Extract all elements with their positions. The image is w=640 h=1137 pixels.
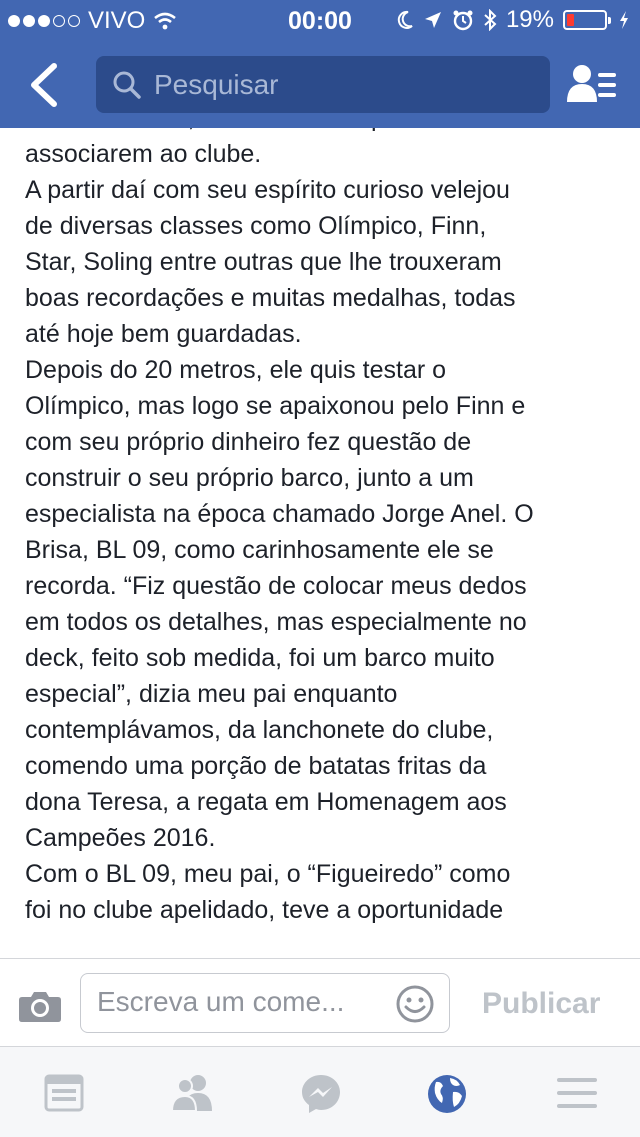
post-text-line: boas recordações e muitas medalhas, toda… (25, 284, 516, 312)
search-input[interactable]: Pesquisar (154, 69, 279, 101)
post-text-line: Com o BL 09, meu pai, o “Figueiredo” com… (25, 860, 511, 888)
navigation-header: VIVO 00:00 19% Pesquisar (0, 0, 640, 128)
post-content: Renato Lemos, os convidaram para se assoc… (0, 128, 640, 958)
comment-placeholder: Escreva um come... (97, 986, 345, 1017)
camera-icon[interactable] (18, 989, 62, 1023)
post-text-line: A partir daí com seu espírito curioso ve… (25, 176, 510, 204)
battery-percent: 19% (505, 6, 554, 33)
post-text-line: Depois do 20 metros, ele quis testar o (25, 356, 447, 384)
post-text-line: Campeões 2016. (25, 824, 216, 852)
post-text: Renato Lemos, os convidaram para se assoc… (25, 128, 625, 928)
post-text-line: com seu próprio dinheiro fez questão de (25, 428, 472, 456)
post-text-line: em todos os detalhes, mas especialmente … (25, 608, 527, 636)
comment-input[interactable]: Escreva um come... (80, 973, 450, 1033)
post-text-line: foi no clube apelidado, teve a oportunid… (25, 896, 504, 924)
post-text-line: dona Teresa, a regata em Homenagem aos (25, 788, 507, 816)
tab-bar (0, 1046, 640, 1137)
messenger-icon[interactable] (300, 1073, 342, 1115)
friends-list-icon[interactable] (566, 62, 618, 106)
post-text-line: Olímpico, mas logo se apaixonou pelo Fin… (25, 392, 526, 420)
alarm-icon (453, 10, 473, 31)
battery-level (567, 14, 574, 26)
friends-icon[interactable] (170, 1073, 216, 1113)
battery-icon (563, 10, 611, 30)
post-text-line: recorda. “Fiz questão de colocar meus de… (25, 572, 527, 600)
post-text-line: especialista na época chamado Jorge Anel… (25, 500, 534, 528)
publish-button[interactable]: Publicar (482, 987, 600, 1021)
news-feed-icon[interactable] (44, 1073, 84, 1113)
post-text-line: Renato Lemos, os convidaram para se (25, 128, 625, 136)
post-text-line: associarem ao clube. (25, 140, 262, 168)
post-text-line: de diversas classes como Olímpico, Finn, (25, 212, 487, 240)
post-text-line: comendo uma porção de batatas fritas da (25, 752, 487, 780)
post-text-line: deck, feito sob medida, foi um barco mui… (25, 644, 495, 672)
moon-icon (397, 10, 413, 29)
status-right: 19% (396, 6, 630, 34)
comment-composer: Escreva um come... Publicar (0, 958, 640, 1047)
charging-icon (620, 11, 628, 29)
post-text-line: Brisa, BL 09, como carinhosamente ele se (25, 536, 494, 564)
search-icon (113, 71, 141, 99)
post-text-line: até hoje bem guardadas. (25, 320, 302, 348)
location-icon (424, 12, 441, 28)
status-bar: VIVO 00:00 19% (0, 0, 640, 40)
back-chevron-icon[interactable] (26, 62, 66, 108)
post-text-line: Star, Soling entre outras que lhe trouxe… (25, 248, 502, 276)
globe-icon[interactable] (426, 1073, 468, 1115)
post-text-line: construir o seu próprio barco, junto a u… (25, 464, 474, 492)
search-bar[interactable]: Pesquisar (96, 56, 550, 113)
post-text-line: contemplávamos, da lanchonete do clube, (25, 716, 494, 744)
menu-icon[interactable] (556, 1073, 598, 1113)
smiley-icon[interactable] (395, 984, 435, 1024)
bluetooth-icon (484, 9, 497, 31)
post-text-line: especial”, dizia meu pai enquanto (25, 680, 398, 708)
